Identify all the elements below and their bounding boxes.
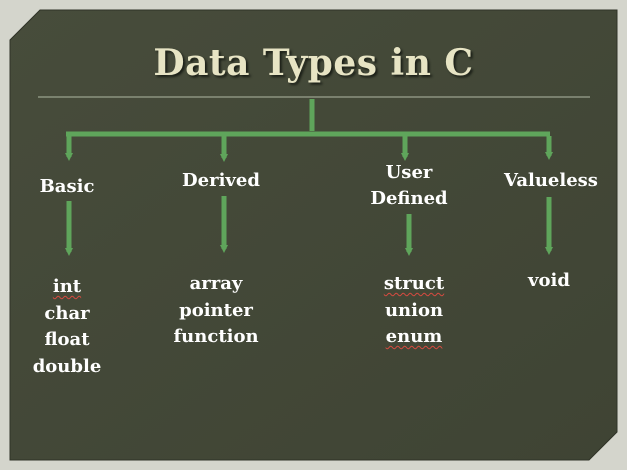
list-item: struct xyxy=(354,271,474,298)
list-item: int xyxy=(17,274,117,301)
category-label-valueless: Valueless xyxy=(504,170,598,191)
item-text: double xyxy=(32,355,102,377)
item-text: struct xyxy=(383,273,445,294)
category-user-defined: User Defined xyxy=(349,160,469,212)
items-basic: int char float double xyxy=(17,274,117,380)
item-text: array xyxy=(189,273,243,294)
list-item: pointer xyxy=(156,298,276,325)
list-item: float xyxy=(17,327,117,354)
list-item: union xyxy=(354,298,474,325)
item-text: void xyxy=(528,270,570,291)
list-item: void xyxy=(489,268,609,295)
items-valueless: void xyxy=(489,268,609,295)
list-item: enum xyxy=(354,324,474,351)
list-item: double xyxy=(17,354,117,381)
item-text: union xyxy=(384,299,444,321)
category-valueless: Valueless xyxy=(491,168,611,194)
item-text: enum xyxy=(385,326,443,347)
category-label-basic: Basic xyxy=(39,176,95,197)
items-user-defined: struct union enum xyxy=(354,271,474,351)
list-item: char xyxy=(17,301,117,328)
diagram-title: Data Types in C xyxy=(153,42,474,84)
category-label-derived: Derived xyxy=(182,170,260,191)
category-label-defined: Defined xyxy=(370,188,448,209)
category-basic: Basic xyxy=(17,174,117,200)
item-text: function xyxy=(173,326,259,347)
item-text: pointer xyxy=(179,299,253,321)
category-derived: Derived xyxy=(161,168,281,194)
item-text: char xyxy=(44,302,90,324)
item-text: int xyxy=(52,276,82,297)
items-derived: array pointer function xyxy=(156,271,276,351)
list-item: array xyxy=(156,271,276,298)
category-label-user: User xyxy=(385,162,433,183)
list-item: function xyxy=(156,324,276,351)
item-text: float xyxy=(44,329,90,350)
